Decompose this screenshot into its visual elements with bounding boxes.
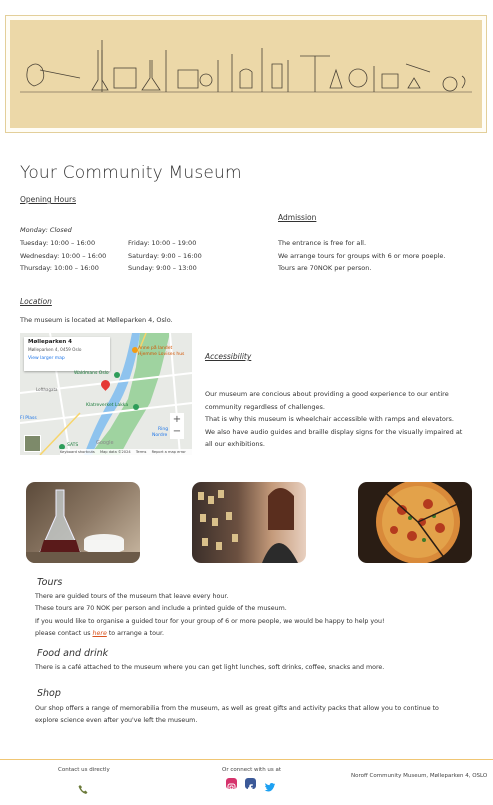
twitter-glyph xyxy=(264,783,275,792)
instagram-glyph xyxy=(227,783,236,792)
admission-line: Tours are 70NOK per person. xyxy=(278,264,372,273)
page-title: Your Community Museum xyxy=(20,163,242,183)
hours-row: Wednesday: 10:00 – 16:00 xyxy=(20,251,107,260)
chemistry-coffee-photo xyxy=(26,482,140,563)
tours-contact-link[interactable]: here xyxy=(92,630,106,637)
view-larger-map-link[interactable]: View larger map xyxy=(28,356,106,361)
admission-line: The entrance is free for all. xyxy=(278,239,367,247)
shop-shelves-illustration xyxy=(198,488,298,563)
map-info-card: Mølleparken 4 Mølleparken 4, 0459 Oslo V… xyxy=(24,337,110,371)
admission-text: The entrance is free for all. We arrange… xyxy=(278,237,446,275)
footer-address: Noroff Community Museum, Mølleparken 4, … xyxy=(351,773,488,779)
shop-line: Our shop offers a range of memorabilia f… xyxy=(35,705,439,712)
map-label: Ring xyxy=(158,427,169,432)
pizza-illustration xyxy=(376,482,463,563)
map-satellite-thumbnail[interactable] xyxy=(24,435,41,452)
location-text: The museum is located at Mølleparken 4, … xyxy=(20,316,173,324)
shop-visitor-photo xyxy=(192,482,306,563)
location-heading: Location xyxy=(20,297,52,306)
tours-line: There are guided tours of the museum tha… xyxy=(35,593,229,600)
tours-text: There are guided tours of the museum tha… xyxy=(35,591,385,640)
map-label: Fl Plass xyxy=(20,416,37,421)
hours-row: Sunday: 9:00 – 13:00 xyxy=(128,264,197,273)
tours-contact-suffix: to arrange a tour. xyxy=(106,629,164,637)
shop-text: Our shop offers a range of memorabilia f… xyxy=(35,703,439,728)
map-label: Waldmans Oslo xyxy=(74,371,109,376)
connect-label: Or connect with us at xyxy=(222,767,282,773)
hours-row: Friday: 10:00 – 19:00 xyxy=(128,239,197,247)
accessibility-line: Our museum are concious about providing … xyxy=(205,390,449,398)
zoom-in-button[interactable]: + xyxy=(170,413,184,426)
keyboard-shortcuts-link[interactable]: Keyboard shortcuts xyxy=(60,450,95,454)
lab-equipment-illustration xyxy=(10,20,482,128)
accessibility-text: Our museum are concious about providing … xyxy=(205,388,462,451)
site-footer: Contact us directly Or connect with us a… xyxy=(0,759,493,805)
instagram-icon[interactable] xyxy=(226,778,237,792)
phone-icon[interactable] xyxy=(78,779,88,794)
embedded-map[interactable]: Mølleparken 4 Mølleparken 4, 0459 Oslo V… xyxy=(20,333,192,455)
map-label: Lofthagata xyxy=(36,387,58,392)
hours-column-2: Friday: 10:00 – 19:00 Saturday: 9:00 – 1… xyxy=(128,237,202,275)
tours-contact-line: please contact us here to arrange a tour… xyxy=(35,628,385,640)
tours-line: If you would like to organise a guided t… xyxy=(35,617,385,625)
admission-heading: Admission xyxy=(278,213,317,222)
food-text: There is a café attached to the museum w… xyxy=(35,664,385,671)
lab-sketch-art xyxy=(20,40,472,93)
tours-contact-prefix: please contact us xyxy=(35,629,93,637)
phone-icon-svg xyxy=(78,785,88,794)
accessibility-line: all our exhibitions. xyxy=(205,440,265,449)
report-error-link[interactable]: Report a map error xyxy=(152,450,186,454)
map-place-address: Mølleparken 4, 0459 Oslo xyxy=(28,347,82,352)
opening-hours-heading: Opening Hours xyxy=(20,195,76,204)
hours-row: Tuesday: 10:00 – 16:00 xyxy=(20,239,96,247)
shop-line: explore science even after you've left t… xyxy=(35,717,198,725)
map-label: Nordre xyxy=(152,433,168,438)
contact-label: Contact us directly xyxy=(58,767,110,773)
flask-and-cup-illustration xyxy=(26,489,140,563)
facebook-icon[interactable] xyxy=(245,778,256,793)
shop-heading: Shop xyxy=(37,688,61,699)
twitter-icon[interactable] xyxy=(264,778,275,792)
pizza-photo xyxy=(358,482,472,563)
accessibility-line: We also have audio guides and braille di… xyxy=(205,427,463,436)
map-label: SATS xyxy=(67,443,79,448)
map-place-name: Mølleparken 4 xyxy=(28,339,73,345)
map-label: Anne på landet xyxy=(138,346,173,351)
hours-row: Thursday: 10:00 – 16:00 xyxy=(20,264,99,273)
tours-line: These tours are 70 NOK per person and in… xyxy=(35,605,287,613)
hero-banner xyxy=(5,15,487,133)
map-footer-bar: Keyboard shortcuts Map data ©2024 Terms … xyxy=(60,449,192,455)
zoom-out-button[interactable]: − xyxy=(170,426,184,439)
accessibility-line: community regardless of challenges. xyxy=(205,402,326,411)
accessibility-line: That is why this museum is wheelchair ac… xyxy=(205,415,455,424)
monday-closed: Monday: Closed xyxy=(20,226,72,234)
map-data-text: Map data ©2024 xyxy=(99,450,131,454)
hours-column-1: Tuesday: 10:00 – 16:00 Wednesday: 10:00 … xyxy=(20,237,106,275)
tours-heading: Tours xyxy=(37,577,63,588)
accessibility-heading: Accessibility xyxy=(205,352,252,361)
facebook-glyph xyxy=(248,784,253,793)
map-label: Klatreverket Lakka xyxy=(86,403,129,408)
map-label: Hjemme Lovises hus xyxy=(138,352,185,357)
admission-line: We arrange tours for groups with 6 or mo… xyxy=(278,251,446,260)
terms-link[interactable]: Terms xyxy=(136,450,147,454)
food-heading: Food and drink xyxy=(37,648,109,659)
hours-row: Saturday: 9:00 – 16:00 xyxy=(128,251,202,260)
map-google-logo: Google xyxy=(96,440,114,446)
